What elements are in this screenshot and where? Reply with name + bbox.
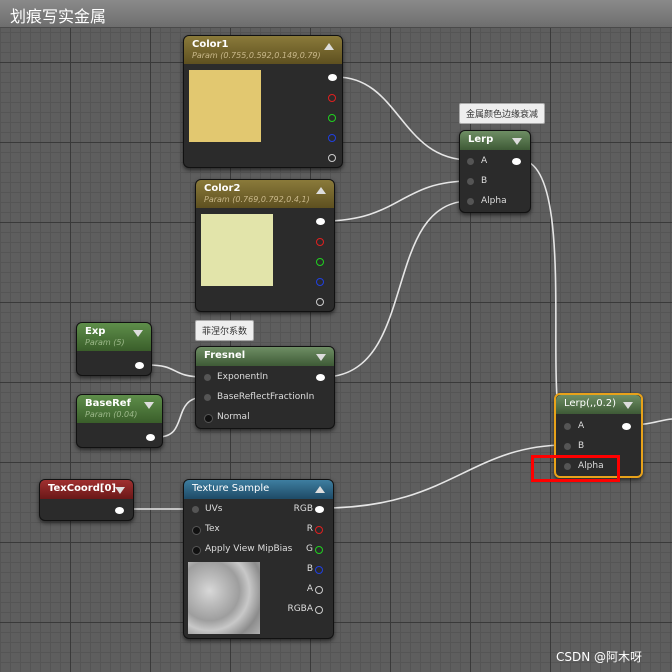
- output-pin-icon[interactable]: [315, 506, 324, 513]
- g-pin-icon[interactable]: [315, 546, 323, 554]
- output-pin-icon[interactable]: [622, 423, 631, 430]
- pin-a-label: A: [578, 421, 585, 431]
- pin-mipbias-label: Apply View MipBias: [205, 544, 293, 554]
- collapse-icon[interactable]: [324, 43, 334, 50]
- comment-lerp1[interactable]: 金属颜色边缘衰减: [459, 103, 546, 124]
- input-pin-icon[interactable]: [204, 394, 211, 401]
- r-pin-icon[interactable]: [315, 526, 323, 534]
- output-pin-icon[interactable]: [316, 218, 325, 225]
- texcoord-node[interactable]: TexCoord[0]: [39, 479, 134, 521]
- input-pin-icon[interactable]: [467, 198, 474, 205]
- lerp1-title: Lerp: [468, 134, 494, 145]
- pin-tex-label: Tex: [205, 524, 220, 534]
- lerp2-title: Lerp(,,0.2): [564, 398, 617, 409]
- lerp1-node[interactable]: Lerp A B Alpha: [459, 130, 531, 213]
- texture-title: Texture Sample: [192, 483, 270, 494]
- texture-header: Texture Sample: [184, 480, 333, 499]
- pin-b-label: B: [306, 564, 313, 574]
- pin-basereflect-label: BaseReflectFractionIn: [217, 392, 315, 402]
- output-pin-icon[interactable]: [328, 74, 337, 81]
- r-pin-icon[interactable]: [328, 94, 336, 102]
- color2-swatch: [201, 214, 273, 286]
- output-pin-icon[interactable]: [512, 158, 521, 165]
- input-pin-icon[interactable]: [204, 374, 211, 381]
- comment-fresnel[interactable]: 菲涅尔系数: [195, 320, 255, 341]
- g-pin-icon[interactable]: [316, 258, 324, 266]
- exp-title: Exp: [85, 326, 106, 337]
- color1-swatch: [189, 70, 261, 142]
- input-pin-icon[interactable]: [564, 423, 571, 430]
- color1-subtitle: Param (0.755,0.592,0.149,0.79): [192, 51, 321, 60]
- g-pin-icon[interactable]: [328, 114, 336, 122]
- input-pin-icon[interactable]: [192, 526, 201, 535]
- fresnel-node[interactable]: Fresnel ExponentIn BaseReflectFractionIn…: [195, 346, 335, 429]
- pin-b-label: B: [481, 176, 488, 186]
- output-pin-icon[interactable]: [115, 507, 124, 514]
- watermark: CSDN @阿木呀: [556, 650, 643, 664]
- output-pin-icon[interactable]: [146, 434, 155, 441]
- color2-title: Color2: [204, 183, 241, 194]
- b-pin-icon[interactable]: [316, 278, 324, 286]
- pin-rgb-label: RGB: [293, 504, 313, 514]
- pin-normal-label: Normal: [217, 412, 250, 422]
- input-pin-icon[interactable]: [192, 546, 201, 555]
- texcoord-header: TexCoord[0]: [40, 480, 133, 499]
- collapse-icon[interactable]: [316, 187, 326, 194]
- highlight-box: [531, 455, 620, 482]
- pin-exponentin-label: ExponentIn: [217, 372, 269, 382]
- pin-a-label: A: [481, 156, 488, 166]
- pin-a-label: A: [306, 584, 313, 594]
- output-pin-icon[interactable]: [135, 362, 144, 369]
- lerp2-header: Lerp(,,0.2): [556, 395, 641, 414]
- input-pin-icon[interactable]: [467, 158, 474, 165]
- input-pin-icon[interactable]: [564, 443, 571, 450]
- r-pin-icon[interactable]: [316, 238, 324, 246]
- pin-g-label: G: [306, 544, 313, 554]
- texture-sample-node[interactable]: Texture Sample UVs Tex Apply View MipBia…: [183, 479, 334, 639]
- baseref-title: BaseRef: [85, 398, 131, 409]
- collapse-icon[interactable]: [315, 486, 325, 493]
- baseref-header: BaseRef Param (0.04): [77, 395, 162, 423]
- window-title: 划痕写实金属: [10, 7, 107, 26]
- chevron-down-icon[interactable]: [316, 354, 326, 361]
- input-pin-icon[interactable]: [204, 414, 213, 423]
- chevron-down-icon[interactable]: [133, 330, 143, 337]
- pin-b-label: B: [578, 441, 585, 451]
- exp-header: Exp Param (5): [77, 323, 151, 351]
- chevron-down-icon[interactable]: [115, 487, 125, 494]
- baseref-subtitle: Param (0.04): [85, 410, 138, 419]
- exp-subtitle: Param (5): [85, 338, 125, 347]
- rgba-pin-icon[interactable]: [315, 606, 323, 614]
- input-pin-icon[interactable]: [467, 178, 474, 185]
- input-pin-icon[interactable]: [192, 506, 199, 513]
- output-pin-icon[interactable]: [316, 374, 325, 381]
- chevron-down-icon[interactable]: [144, 402, 154, 409]
- texture-preview: [188, 562, 260, 634]
- b-pin-icon[interactable]: [328, 134, 336, 142]
- b-pin-icon[interactable]: [315, 566, 323, 574]
- lerp1-header: Lerp: [460, 131, 530, 150]
- fresnel-header: Fresnel: [196, 347, 334, 366]
- a-pin-icon[interactable]: [316, 298, 324, 306]
- fresnel-title: Fresnel: [204, 350, 246, 361]
- a-pin-icon[interactable]: [328, 154, 336, 162]
- chevron-down-icon[interactable]: [623, 402, 633, 409]
- color1-title: Color1: [192, 39, 229, 50]
- texcoord-title: TexCoord[0]: [48, 483, 116, 494]
- chevron-down-icon[interactable]: [512, 138, 522, 145]
- pin-uvs-label: UVs: [205, 504, 223, 514]
- color1-header: Color1 Param (0.755,0.592,0.149,0.79): [184, 36, 342, 64]
- a-pin-icon[interactable]: [315, 586, 323, 594]
- exp-node[interactable]: Exp Param (5): [76, 322, 152, 376]
- color2-header: Color2 Param (0.769,0.792,0.4,1): [196, 180, 334, 208]
- pin-rgba-label: RGBA: [287, 604, 313, 614]
- title-bar: 划痕写实金属: [0, 0, 672, 28]
- pin-alpha-label: Alpha: [481, 196, 507, 206]
- baseref-node[interactable]: BaseRef Param (0.04): [76, 394, 163, 448]
- color2-node[interactable]: Color2 Param (0.769,0.792,0.4,1): [195, 179, 335, 312]
- color2-subtitle: Param (0.769,0.792,0.4,1): [204, 195, 310, 204]
- pin-r-label: R: [306, 524, 313, 534]
- color1-node[interactable]: Color1 Param (0.755,0.592,0.149,0.79): [183, 35, 343, 168]
